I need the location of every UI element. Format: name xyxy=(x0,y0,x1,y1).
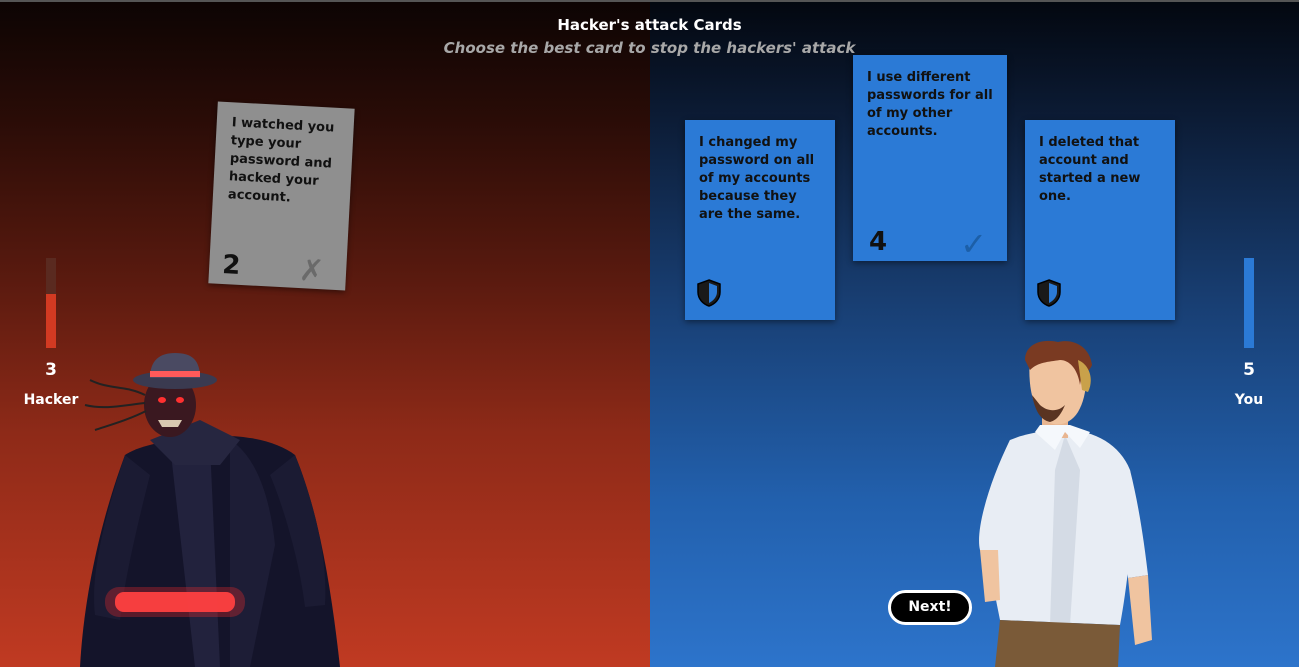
check-mark-icon: ✓ xyxy=(960,225,987,263)
attack-card: I watched you type your password and hac… xyxy=(208,101,355,291)
shield-icon xyxy=(697,279,721,307)
player-character-illustration xyxy=(979,340,1152,667)
top-border xyxy=(0,0,1299,2)
defense-card-text: I changed my password on all of my accou… xyxy=(699,135,815,222)
attack-card-number: 2 xyxy=(221,250,242,281)
defense-card-1[interactable]: I changed my password on all of my accou… xyxy=(685,120,835,320)
hacker-character-illustration xyxy=(80,353,340,667)
defense-card-text: I deleted that account and started a new… xyxy=(1039,135,1141,204)
page-subtitle: Choose the best card to stop the hackers… xyxy=(443,39,856,57)
player-score: 5 xyxy=(1243,360,1255,380)
player-label: You xyxy=(1234,392,1264,408)
x-mark-icon: ✗ xyxy=(298,253,326,290)
page-title: Hacker's attack Cards xyxy=(557,16,742,34)
defense-card-text: I use different passwords for all of my … xyxy=(867,70,993,139)
hacker-health-fill xyxy=(46,294,56,348)
player-health-meter xyxy=(1244,258,1254,348)
hacker-health-meter xyxy=(46,258,56,348)
attack-card-text: I watched you type your password and hac… xyxy=(227,115,335,206)
player-health-fill xyxy=(1244,258,1254,348)
shield-icon xyxy=(1037,279,1061,307)
defense-card-number: 4 xyxy=(869,227,888,257)
defense-card-2-selected[interactable]: I use different passwords for all of my … xyxy=(853,55,1007,261)
next-button[interactable]: Next! xyxy=(888,590,972,625)
defense-card-3[interactable]: I deleted that account and started a new… xyxy=(1025,120,1175,320)
